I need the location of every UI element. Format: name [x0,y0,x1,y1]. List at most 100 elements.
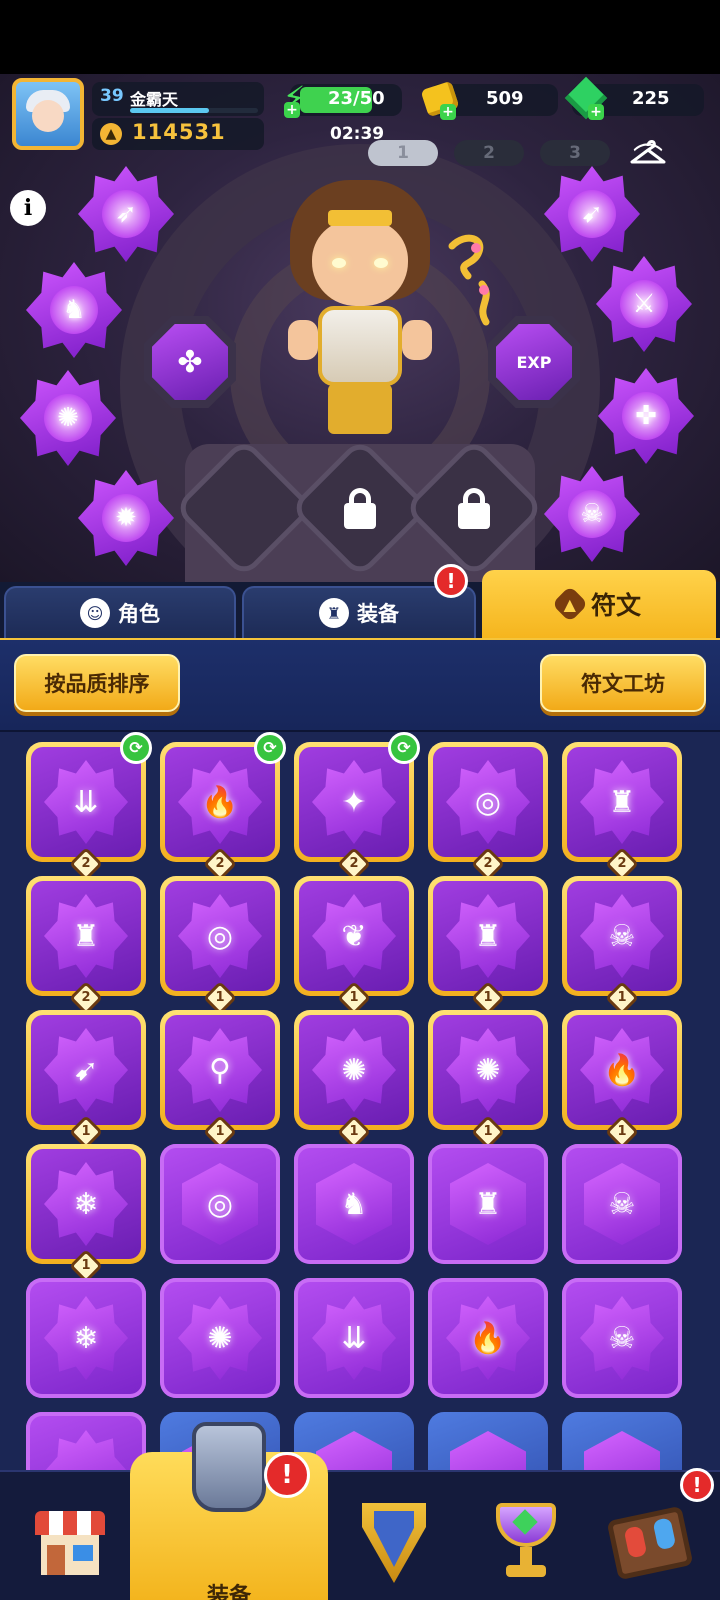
rune-slot-right-2[interactable]: ⚔ [596,256,692,352]
xp-bar-fill [130,108,210,113]
category-tabs: ☺ 角色 ♜ 装备 ▲ 符文 [0,570,720,638]
nav-hero[interactable] [324,1484,464,1600]
add-energy-plus-icon[interactable]: + [284,102,300,118]
rune-glyph-icon: ☠ [608,1186,636,1222]
add-gems-plus-icon[interactable]: + [588,104,604,120]
skull-icon: ☠ [580,499,604,529]
rune-card-inner: ♜ [31,881,141,991]
rune-card[interactable]: ✺ 1 [428,1010,548,1149]
rune-card[interactable]: ❦ 1 [294,876,414,1015]
rune-card[interactable]: ✺ 1 [294,1010,414,1149]
rune-shape [44,1430,128,1470]
rune-card-inner: 🔥 [567,1015,677,1125]
rune-card-inner: ◎ [165,881,275,991]
rune-level-value: 1 [81,1258,91,1273]
rune-card[interactable]: ❄ 1 [26,1144,146,1283]
nav-shop[interactable] [0,1484,140,1600]
slash-icon: ⚔ [632,289,656,319]
tab-runes[interactable]: ▲ 符文 [482,570,716,638]
rune-level-value: 2 [81,990,91,1005]
rune-card-unowned[interactable]: ❄ [26,1278,146,1398]
rune-glyph-icon: ☠ [608,1320,636,1356]
rune-slot-right-3[interactable]: ✜ [598,368,694,464]
rune-glyph-icon: ⇊ [341,1320,367,1356]
rune-card-unowned[interactable] [562,1412,682,1470]
rune-card[interactable]: 🔥 1 [562,1010,682,1149]
rune-card-unowned[interactable] [428,1412,548,1470]
wardrobe-hanger-icon[interactable] [628,136,668,168]
player-name: 金霸天 [130,90,179,109]
rune-card-unowned[interactable]: ☠ [562,1278,682,1398]
rune-card-inner: ☠ [567,881,677,991]
rune-glyph-icon: ♞ [340,1186,368,1222]
rune-card-unowned[interactable]: 🔥 [428,1278,548,1398]
hero-character[interactable] [270,170,450,440]
preset-tab-2[interactable]: 2 [454,140,524,166]
hero-arm-left [288,320,318,360]
rune-card-unowned[interactable]: ⇊ [294,1278,414,1398]
rune-card-inner: ⚲ [165,1015,275,1125]
nav-equipment-armor-icon[interactable] [192,1422,266,1512]
rune-card[interactable]: ☠ 1 [562,876,682,1015]
lock-icon [424,458,524,558]
hero-eye-right [374,258,388,268]
rune-card[interactable]: ♜ 1 [428,876,548,1015]
sort-by-quality-button[interactable]: 按品质排序 [14,654,180,712]
rune-slot-left-3[interactable]: ✺ [20,370,116,466]
hero-arm-right [402,320,432,360]
rune-card[interactable]: ♜ 2 [562,742,682,881]
preset-tab-3[interactable]: 3 [540,140,610,166]
rune-card-unowned[interactable]: ◎ [160,1144,280,1264]
rune-card-unowned[interactable] [26,1412,146,1470]
rune-glyph-icon: ♜ [608,784,636,820]
rune-card[interactable]: ◎ 2 [428,742,548,881]
rune-glyph-icon: ♜ [474,1186,502,1222]
charm-icon [448,234,490,326]
swap-icon: ⟳ [120,732,152,764]
rune-slot-left-4[interactable]: ✹ [78,470,174,566]
preset-tab-1[interactable]: 1 [368,140,438,166]
rune-level-value: 2 [617,856,627,871]
rune-level-value: 1 [483,1124,493,1139]
rune-level-value: 1 [617,990,627,1005]
info-icon[interactable]: i [10,190,46,226]
rune-card[interactable]: ◎ 1 [160,876,280,1015]
rune-card[interactable]: 🔥 2 ⟳ [160,732,286,881]
rune-level-value: 1 [349,990,359,1005]
player-avatar[interactable] [12,78,84,150]
power-value: 114531 [132,120,226,144]
tab-character[interactable]: ☺ 角色 [4,586,236,638]
nav-equipment-label[interactable]: 装备 [130,1578,328,1600]
rune-toolbar: 按品质排序 符文工坊 [0,638,720,730]
rune-slot-left-1[interactable]: ➶ [78,166,174,262]
swap-icon: ⟳ [254,732,286,764]
rune-level-value: 2 [349,856,359,871]
rune-card-unowned[interactable]: ☠ [562,1144,682,1264]
rune-level-value: 1 [617,1124,627,1139]
rune-slot-right-4[interactable]: ☠ [544,466,640,562]
rune-card[interactable]: ⇊ 2 ⟳ [26,732,152,881]
hero-eye-left [332,258,346,268]
rune-card[interactable]: ♜ 2 [26,876,146,1015]
rune-card[interactable]: ⚲ 1 [160,1010,280,1149]
rune-workshop-button[interactable]: 符文工坊 [540,654,706,712]
rune-card-unowned[interactable]: ♜ [428,1144,548,1264]
target-icon: ✜ [635,401,657,431]
rune-card[interactable]: ✦ 2 ⟳ [294,732,420,881]
rune-card[interactable]: ➹ 1 [26,1010,146,1149]
nav-trophy[interactable] [456,1484,596,1600]
shop-icon [35,1511,105,1575]
power-icon: ▲ [100,123,122,145]
rune-card-unowned[interactable]: ♞ [294,1144,414,1264]
gold-value: 509 [486,88,524,109]
swap-icon: ⟳ [388,732,420,764]
rune-level-value: 1 [215,990,225,1005]
rune-card-unowned[interactable]: ✺ [160,1278,280,1398]
rune-glyph-icon: ♜ [72,918,100,954]
add-gold-plus-icon[interactable]: + [440,104,456,120]
rune-inventory-grid: ⇊ 2 ⟳ 🔥 2 ⟳ ✦ 2 ⟳ ◎ 2 ♜ 2 ♜ 2 ◎ 1 ❦ 1 ♜ 1 ☠ 1 ➹ 1 ⚲ 1 ✺ 1 ✺ 1 🔥 1 ❄ 1 ◎ ♞ ♜ ☠ ❄… [0,730,720,1470]
rune-slot-left-2[interactable]: ♞ [26,262,122,358]
hero-legs [328,384,392,434]
status-strip [0,0,720,74]
rune-slot-right-1[interactable]: ➹ [544,166,640,262]
